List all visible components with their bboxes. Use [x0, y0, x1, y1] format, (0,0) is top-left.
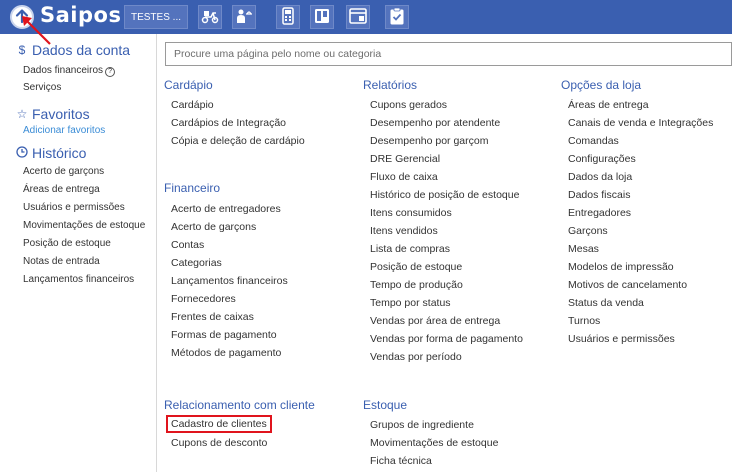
menu-item[interactable]: Itens consumidos	[370, 207, 452, 219]
menu-item[interactable]: Fornecedores	[171, 293, 236, 305]
menu-item[interactable]: Turnos	[568, 315, 600, 327]
favorites-section-title: Favoritos	[32, 106, 90, 122]
menu-item[interactable]: Tempo por status	[370, 297, 451, 309]
category-title-opcoes-da-loja: Opções da loja	[561, 78, 642, 92]
menu-item[interactable]: Desempenho por atendente	[370, 117, 500, 129]
menu-item[interactable]: Cupons gerados	[370, 99, 447, 111]
menu-item[interactable]: Cupons de desconto	[171, 437, 267, 449]
sidebar-item-dados-financeiros[interactable]: Dados financeiros?	[23, 65, 116, 77]
favorites-section-header[interactable]: ☆ Favoritos	[16, 106, 90, 122]
menu-item[interactable]: Fluxo de caixa	[370, 171, 438, 183]
history-item[interactable]: Movimentações de estoque	[23, 220, 145, 231]
clock-icon	[16, 145, 28, 161]
history-item[interactable]: Áreas de entrega	[23, 184, 100, 195]
menu-item[interactable]: Áreas de entrega	[568, 99, 649, 111]
menu-item[interactable]: Tempo de produção	[370, 279, 463, 291]
delivery-button[interactable]	[198, 5, 222, 29]
history-section-header[interactable]: Histórico	[16, 145, 86, 161]
menu-item[interactable]: Status da venda	[568, 297, 644, 309]
menu-item[interactable]: Desempenho por garçom	[370, 135, 488, 147]
history-item[interactable]: Usuários e permissões	[23, 202, 125, 213]
sidebar-item-label: Dados financeiros	[23, 65, 104, 76]
category-title-financeiro: Financeiro	[164, 181, 221, 195]
menu-item[interactable]: Vendas por área de entrega	[370, 315, 500, 327]
history-section-title: Histórico	[32, 145, 87, 161]
menu-item[interactable]: Configurações	[568, 153, 636, 165]
menu-item[interactable]: Lista de compras	[370, 243, 450, 255]
delivery-scooter-icon	[201, 8, 219, 27]
kanban-board-icon	[314, 8, 330, 27]
menu-item[interactable]: Entregadores	[568, 207, 631, 219]
menu-item[interactable]: Movimentações de estoque	[370, 437, 498, 449]
menu-item[interactable]: Usuários e permissões	[568, 333, 675, 345]
menu-item[interactable]: Posição de estoque	[370, 261, 462, 273]
clipboard-check-icon	[389, 7, 405, 28]
menu-item[interactable]: Lançamentos financeiros	[171, 275, 288, 287]
category-title-relatorios: Relatórios	[363, 78, 418, 92]
menu-item[interactable]: Acerto de entregadores	[171, 203, 281, 215]
add-favorites-link[interactable]: Adicionar favoritos	[23, 125, 105, 136]
menu-item[interactable]: Grupos de ingrediente	[370, 419, 474, 431]
menu-item[interactable]: Mesas	[568, 243, 599, 255]
star-icon: ☆	[16, 107, 28, 121]
screen-icon	[349, 7, 367, 27]
menu-item[interactable]: Formas de pagamento	[171, 329, 277, 341]
menu-item[interactable]: Cardápios de Integração	[171, 117, 286, 129]
menu-item[interactable]: Contas	[171, 239, 204, 251]
menu-item[interactable]: Vendas por período	[370, 351, 462, 363]
history-item[interactable]: Notas de entrada	[23, 256, 100, 267]
menu-item[interactable]: Dados fiscais	[568, 189, 630, 201]
menu-item[interactable]: Canais de venda e Integrações	[568, 117, 713, 129]
menu-item[interactable]: Motivos de cancelamento	[568, 279, 687, 291]
sidebar: $ Dados da conta Dados financeiros? Serv…	[0, 34, 157, 472]
menu-item[interactable]: Cópia e deleção de cardápio	[171, 135, 305, 147]
menu-item[interactable]: Cardápio	[171, 99, 214, 111]
category-title-estoque: Estoque	[363, 398, 408, 412]
kanban-button[interactable]	[310, 5, 334, 29]
menu-item[interactable]: Métodos de pagamento	[171, 347, 281, 359]
menu-item[interactable]: Ficha técnica	[370, 455, 432, 467]
menu-item[interactable]: Frentes de caixas	[171, 311, 254, 323]
waiter-button[interactable]	[232, 5, 256, 29]
menu-item[interactable]: DRE Gerencial	[370, 153, 440, 165]
menu-item[interactable]: Garçons	[568, 225, 608, 237]
account-section-title: Dados da conta	[32, 42, 131, 58]
menu-item[interactable]: Categorias	[171, 257, 222, 269]
menu-item[interactable]: Itens vendidos	[370, 225, 438, 237]
account-section-header[interactable]: $ Dados da conta	[16, 42, 130, 58]
checklist-button[interactable]	[385, 5, 409, 29]
dollar-icon: $	[18, 43, 26, 57]
help-icon[interactable]: ?	[105, 67, 116, 77]
history-item[interactable]: Acerto de garçons	[23, 166, 104, 177]
menu-item-cadastro-de-clientes[interactable]: Cadastro de clientes	[166, 415, 272, 433]
page-search-input[interactable]	[165, 42, 732, 66]
menu-item[interactable]: Modelos de impressão	[568, 261, 674, 273]
screen-button[interactable]	[346, 5, 370, 29]
sidebar-item-servicos[interactable]: Serviços	[23, 82, 61, 93]
pos-terminal-icon	[281, 6, 295, 28]
menu-item[interactable]: Histórico de posição de estoque	[370, 189, 519, 201]
top-navigation-bar: Saipos TESTES ...	[0, 0, 732, 34]
category-title-cardapio: Cardápio	[164, 78, 213, 92]
history-item[interactable]: Posição de estoque	[23, 238, 111, 249]
category-title-relacionamento: Relacionamento com cliente	[164, 398, 315, 412]
history-item[interactable]: Lançamentos financeiros	[23, 274, 134, 285]
pos-terminal-button[interactable]	[276, 5, 300, 29]
waiter-icon	[235, 8, 253, 27]
menu-item[interactable]: Dados da loja	[568, 171, 632, 183]
menu-item[interactable]: Acerto de garçons	[171, 221, 256, 233]
menu-item[interactable]: Vendas por forma de pagamento	[370, 333, 523, 345]
menu-item[interactable]: Comandas	[568, 135, 619, 147]
store-selector-button[interactable]: TESTES ...	[124, 5, 188, 29]
